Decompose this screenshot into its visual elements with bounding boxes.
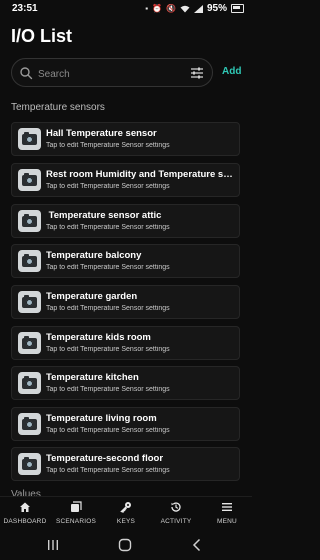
list-item[interactable]: Rest room Humidity and Temperature se...… [11, 163, 240, 197]
filter-icon[interactable] [190, 66, 204, 80]
list-item[interactable]: Temperature kitchen Tap to edit Temperat… [11, 366, 240, 400]
item-title: Temperature living room [46, 413, 157, 424]
sensor-device-icon [18, 250, 41, 272]
item-subtitle: Tap to edit Temperature Sensor settings [46, 346, 170, 353]
item-title: Temperature balcony [46, 250, 142, 261]
item-subtitle: Tap to edit Temperature Sensor settings [46, 224, 170, 231]
item-subtitle: Tap to edit Temperature Sensor settings [46, 305, 170, 312]
search-icon [20, 67, 33, 80]
add-button[interactable]: Add [222, 66, 241, 77]
sensor-device-icon [18, 332, 41, 354]
list-item[interactable]: Temperature garden Tap to edit Temperatu… [11, 285, 240, 319]
status-time: 23:51 [12, 3, 38, 14]
nav-label: ACTIVITY [160, 518, 192, 525]
item-title: Hall Temperature sensor [46, 128, 157, 139]
signal-icon [193, 4, 203, 13]
item-title: Temperature garden [46, 291, 138, 302]
home-button-icon[interactable] [117, 537, 133, 553]
mute-icon: 🔇 [166, 3, 176, 13]
nav-label: DASHBOARD [3, 518, 47, 525]
nav-keys[interactable]: KEYS [101, 501, 151, 525]
battery-percent: 95% [206, 3, 227, 14]
list-item[interactable]: Temperature balcony Tap to edit Temperat… [11, 244, 240, 278]
item-subtitle: Tap to edit Temperature Sensor settings [46, 142, 170, 149]
sensor-device-icon [18, 128, 41, 150]
search-input[interactable] [36, 64, 190, 84]
item-subtitle: Tap to edit Temperature Sensor settings [46, 386, 170, 393]
sensor-device-icon [18, 372, 41, 394]
item-subtitle: Tap to edit Temperature Sensor settings [46, 264, 170, 271]
nav-menu[interactable]: MENU [202, 501, 252, 525]
wifi-icon [180, 5, 190, 12]
status-icons: ▪ ⏰ 🔇 95% [145, 3, 244, 14]
sensor-device-icon [18, 453, 41, 475]
list-item[interactable]: Temperature kids room Tap to edit Temper… [11, 326, 240, 360]
bottom-nav: DASHBOARD SCENARIOS KEYS ACTIVITY MENU [0, 496, 252, 531]
battery-icon [231, 4, 244, 13]
status-bar: 23:51 ▪ ⏰ 🔇 95% [0, 0, 252, 20]
list-item[interactable]: Temperature living room Tap to edit Temp… [11, 407, 240, 441]
item-title: Rest room Humidity and Temperature se... [46, 169, 234, 180]
scenarios-icon [71, 501, 82, 512]
screen: 23:51 ▪ ⏰ 🔇 95% I/O List Add Tempera [0, 0, 252, 560]
item-subtitle: Tap to edit Temperature Sensor settings [46, 427, 170, 434]
alarm-icon: ⏰ [152, 3, 163, 13]
nav-dashboard[interactable]: DASHBOARD [0, 501, 50, 525]
item-title: Temperature-second floor [46, 453, 164, 464]
sensor-device-icon [18, 169, 41, 191]
item-title: Temperature sensor attic [46, 210, 162, 221]
item-title: Temperature kids room [46, 332, 151, 343]
home-icon [20, 502, 30, 512]
nav-label: KEYS [116, 518, 136, 525]
back-icon[interactable] [189, 537, 205, 553]
nav-activity[interactable]: ACTIVITY [151, 501, 201, 525]
item-subtitle: Tap to edit Temperature Sensor settings [46, 467, 170, 474]
sensor-device-icon [18, 291, 41, 313]
system-nav-bar [0, 530, 252, 560]
menu-icon [222, 503, 232, 511]
item-subtitle: Tap to edit Temperature Sensor settings [46, 183, 170, 190]
nav-label: SCENARIOS [55, 518, 97, 525]
list-item[interactable]: Hall Temperature sensor Tap to edit Temp… [11, 122, 240, 156]
key-icon [120, 502, 131, 513]
nav-scenarios[interactable]: SCENARIOS [51, 501, 101, 525]
list-item[interactable]: Temperature-second floor Tap to edit Tem… [11, 447, 240, 481]
history-icon [171, 502, 181, 512]
search-box[interactable] [11, 58, 213, 87]
page-title: I/O List [11, 26, 73, 46]
sensor-device-icon [18, 210, 41, 232]
item-title: Temperature kitchen [46, 372, 139, 383]
recent-apps-icon[interactable] [45, 537, 61, 553]
sim-icon: ▪ [145, 3, 149, 13]
sensor-device-icon [18, 413, 41, 435]
nav-label: MENU [217, 518, 237, 525]
section-header-temperature-sensors: Temperature sensors [11, 102, 105, 113]
list-item[interactable]: Temperature sensor attic Tap to edit Tem… [11, 204, 240, 238]
